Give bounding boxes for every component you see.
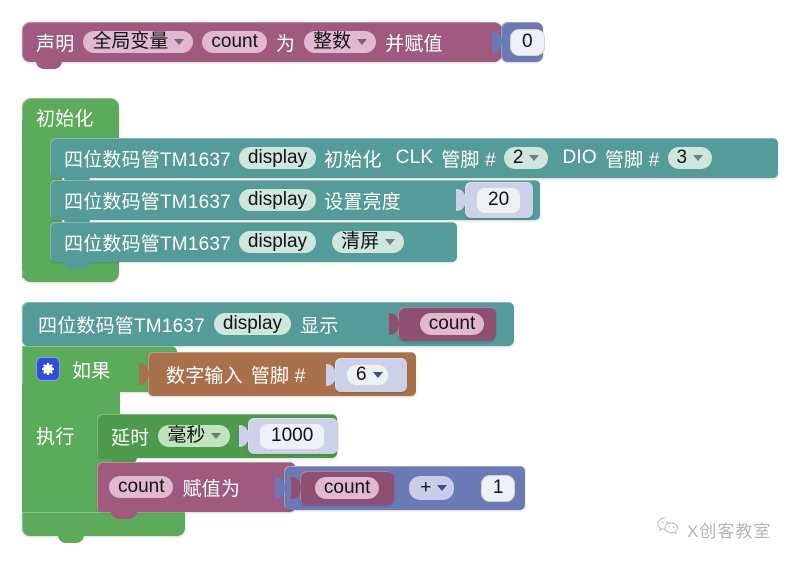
value-plug bbox=[326, 364, 336, 386]
tm1637-init-action: 初始化 bbox=[324, 149, 382, 171]
value-plug bbox=[456, 189, 466, 211]
block-variable-count-arg[interactable]: count bbox=[389, 307, 496, 341]
tm1637-brightness-action: 设置亮度 bbox=[324, 191, 401, 213]
declare-as-label: 为 bbox=[275, 33, 296, 55]
tm1637-clear-device: 四位数码管TM1637 bbox=[64, 233, 231, 255]
if-bottom-bar bbox=[22, 512, 185, 543]
block-tm1637-init[interactable]: 四位数码管TM1637 display 初始化 CLK 管脚 # 2 DIO 管… bbox=[50, 138, 778, 185]
digital-read-pin-label: 管脚 # bbox=[250, 365, 306, 387]
value-plug bbox=[389, 313, 399, 335]
setup-label-wrap: 初始化 bbox=[36, 100, 94, 134]
declare-assign-label: 并赋值 bbox=[385, 33, 443, 55]
value-plug bbox=[239, 425, 249, 447]
tm1637-clk-pin-dropdown[interactable]: 2 bbox=[503, 146, 549, 170]
declare-variable-name[interactable]: count bbox=[202, 30, 267, 54]
operand-right-value[interactable]: 1 bbox=[480, 474, 516, 502]
value-plug bbox=[139, 363, 149, 385]
wechat-icon bbox=[656, 516, 680, 542]
chevron-down-icon bbox=[372, 371, 383, 378]
value-plug bbox=[275, 477, 285, 499]
blockly-workspace[interactable]: 声明 全局变量 count 为 整数 并赋值 0 初始化 四位数码管TM1637 bbox=[0, 0, 809, 562]
value-plug bbox=[492, 31, 502, 53]
block-number-zero[interactable]: 0 bbox=[492, 22, 545, 62]
block-number-delay[interactable]: 1000 bbox=[239, 418, 338, 454]
tm1637-clk-pin-label: 管脚 # bbox=[441, 149, 496, 171]
operand-left-name[interactable]: count bbox=[314, 476, 380, 500]
operator-dropdown[interactable]: + bbox=[409, 475, 455, 501]
tm1637-dio-pin-dropdown[interactable]: 3 bbox=[667, 146, 713, 170]
tm1637-clk-pin-value: 2 bbox=[512, 146, 524, 168]
if-do-label: 执行 bbox=[36, 426, 75, 448]
delay-unit-dropdown[interactable]: 毫秒 bbox=[158, 424, 231, 448]
chevron-down-icon bbox=[174, 38, 185, 45]
chevron-down-icon bbox=[357, 38, 368, 45]
setup-label: 初始化 bbox=[36, 108, 94, 130]
value-plug bbox=[291, 477, 301, 499]
tm1637-clk-label: CLK bbox=[395, 147, 434, 168]
digital-read-name: 数字输入 bbox=[166, 365, 243, 387]
set-variable-name[interactable]: count bbox=[109, 475, 174, 499]
variable-count-name[interactable]: count bbox=[419, 312, 485, 336]
operator-value: + bbox=[420, 476, 432, 498]
declare-type-value: 整数 bbox=[313, 30, 352, 52]
watermark-text: X创客教室 bbox=[687, 521, 772, 541]
tm1637-dio-label: DIO bbox=[562, 147, 597, 168]
delay-unit-value: 毫秒 bbox=[167, 424, 206, 446]
block-declare-variable[interactable]: 声明 全局变量 count 为 整数 并赋值 bbox=[22, 22, 502, 69]
tm1637-clear-action-dropdown[interactable]: 清屏 bbox=[332, 230, 405, 254]
watermark: X创客教室 bbox=[656, 516, 771, 542]
set-variable-label: 赋值为 bbox=[182, 478, 241, 500]
block-set-variable[interactable]: count 赋值为 bbox=[97, 462, 295, 519]
block-tm1637-clear[interactable]: 四位数码管TM1637 display 清屏 bbox=[50, 222, 457, 269]
value-plug bbox=[462, 477, 473, 499]
chevron-down-icon bbox=[385, 238, 396, 245]
brightness-value[interactable]: 20 bbox=[476, 186, 522, 214]
tm1637-brightness-instance[interactable]: display bbox=[238, 188, 317, 212]
tm1637-show-action: 显示 bbox=[300, 315, 339, 337]
pin-number-dropdown[interactable]: 6 bbox=[346, 363, 389, 387]
tm1637-init-instance[interactable]: display bbox=[238, 146, 317, 170]
declare-keyword: 声明 bbox=[36, 33, 75, 55]
tm1637-clear-action-value: 清屏 bbox=[341, 230, 380, 252]
tm1637-init-device: 四位数码管TM1637 bbox=[64, 149, 231, 171]
tm1637-show-instance[interactable]: display bbox=[213, 312, 292, 336]
chevron-down-icon bbox=[529, 154, 540, 161]
pin-number-value: 6 bbox=[356, 363, 367, 385]
declare-scope-value: 全局变量 bbox=[92, 30, 169, 52]
block-number-one[interactable]: 1 bbox=[462, 471, 525, 505]
declare-scope-dropdown[interactable]: 全局变量 bbox=[83, 30, 194, 54]
chevron-down-icon bbox=[211, 432, 222, 439]
declare-type-dropdown[interactable]: 整数 bbox=[304, 30, 377, 54]
if-do-label-wrap: 执行 bbox=[36, 418, 74, 452]
block-pin-number-6[interactable]: 6 bbox=[326, 358, 407, 392]
tm1637-brightness-device: 四位数码管TM1637 bbox=[64, 191, 231, 213]
tm1637-show-device: 四位数码管TM1637 bbox=[38, 315, 205, 337]
block-number-brightness[interactable]: 20 bbox=[456, 182, 533, 218]
tm1637-dio-pin-label: 管脚 # bbox=[604, 149, 660, 171]
tm1637-dio-pin-value: 3 bbox=[676, 146, 688, 168]
gear-icon[interactable] bbox=[36, 357, 60, 381]
chevron-down-icon bbox=[693, 154, 704, 161]
delay-label: 延时 bbox=[111, 427, 150, 449]
tm1637-clear-instance[interactable]: display bbox=[238, 230, 317, 254]
block-variable-count-operand[interactable]: count bbox=[291, 471, 395, 505]
delay-value[interactable]: 1000 bbox=[259, 422, 326, 450]
block-arithmetic[interactable]: count + 1 bbox=[275, 466, 525, 510]
if-header-content: 如果 bbox=[36, 349, 110, 389]
number-value[interactable]: 0 bbox=[510, 28, 545, 56]
chevron-down-icon bbox=[437, 484, 448, 491]
if-label: 如果 bbox=[72, 360, 111, 382]
